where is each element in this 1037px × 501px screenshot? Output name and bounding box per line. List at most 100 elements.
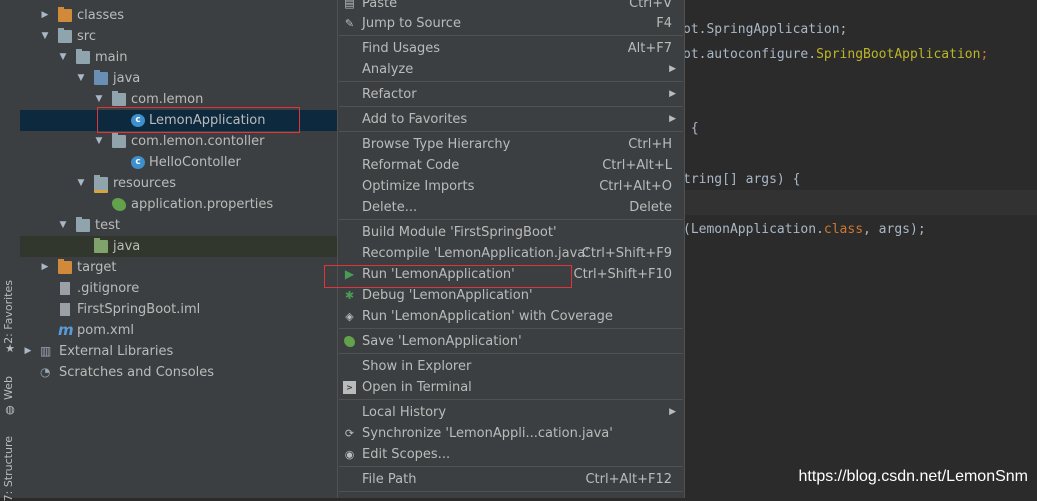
- tree-item-label: target: [77, 260, 117, 275]
- chevron-down-icon[interactable]: ▼: [57, 215, 69, 236]
- tree-row-resources[interactable]: ▼ resources: [20, 173, 337, 194]
- menu-item-optimize-imports[interactable]: Optimize Imports Ctrl+Alt+O: [338, 176, 684, 197]
- code-editor[interactable]: ot.SpringApplication; ot.autoconfigure.S…: [683, 0, 1037, 498]
- menu-item-run-with-coverage[interactable]: ◈ Run 'LemonApplication' with Coverage: [338, 306, 684, 327]
- tree-row-src[interactable]: ▼ src: [20, 26, 337, 47]
- tree-row-package-contoller[interactable]: ▼ com.lemon.contoller: [20, 131, 337, 152]
- project-tree: ▶ classes ▼ src ▼ main ▼ java ▼ com.lemo…: [20, 0, 337, 498]
- menu-separator: [339, 219, 683, 220]
- tree-row-main[interactable]: ▼ main: [20, 47, 337, 68]
- menu-item-find-usages[interactable]: Find Usages Alt+F7: [338, 38, 684, 59]
- menu-item-label: Paste: [362, 0, 398, 11]
- menu-item-label: Open in Terminal: [362, 380, 472, 395]
- tree-row-hello-contoller[interactable]: c HelloContoller: [20, 152, 337, 173]
- menu-item-synchronize[interactable]: ⟳ Synchronize 'LemonAppli...cation.java': [338, 423, 684, 444]
- folder-icon: [58, 259, 72, 274]
- menu-item-paste[interactable]: ▤ Paste Ctrl+V: [338, 0, 684, 14]
- sync-icon: ⟳: [344, 427, 355, 440]
- menu-item-analyze[interactable]: Analyze ▶: [338, 59, 684, 80]
- chevron-down-icon[interactable]: ▼: [57, 47, 69, 68]
- menu-item-label: Edit Scopes...: [362, 447, 451, 462]
- tree-row-gitignore[interactable]: .gitignore: [20, 278, 337, 299]
- tree-row-application-properties[interactable]: application.properties: [20, 194, 337, 215]
- tree-row-test[interactable]: ▼ test: [20, 215, 337, 236]
- file-icon: [60, 303, 70, 316]
- chevron-down-icon[interactable]: ▼: [75, 68, 87, 89]
- menu-item-reformat-code[interactable]: Reformat Code Ctrl+Alt+L: [338, 155, 684, 176]
- pencil-icon: ✎: [344, 17, 355, 30]
- chevron-right-icon[interactable]: ▶: [39, 257, 51, 278]
- file-icon: [60, 282, 70, 295]
- tree-item-label: Scratches and Consoles: [59, 365, 215, 380]
- menu-separator: [339, 106, 683, 107]
- resources-folder-icon: [94, 175, 108, 193]
- watermark: https://blog.csdn.net/LemonSnm: [798, 468, 1028, 485]
- class-icon: c: [131, 156, 145, 169]
- chevron-down-icon[interactable]: ▼: [93, 131, 105, 152]
- chevron-right-icon[interactable]: ▶: [39, 5, 51, 26]
- terminal-icon: >: [343, 381, 356, 394]
- tree-row-target[interactable]: ▶ target: [20, 257, 337, 278]
- menu-item-label: Refactor: [362, 87, 417, 102]
- tree-item-label: src: [77, 29, 96, 44]
- folder-icon: [76, 217, 90, 232]
- menu-item-label: Build Module 'FirstSpringBoot': [362, 225, 557, 240]
- tree-item-label: main: [95, 50, 128, 65]
- tree-row-pom[interactable]: m pom.xml: [20, 320, 337, 341]
- menu-item-show-in-explorer[interactable]: Show in Explorer: [338, 356, 684, 377]
- menu-item-delete[interactable]: Delete... Delete: [338, 197, 684, 218]
- menu-separator: [339, 491, 683, 492]
- menu-separator: [339, 399, 683, 400]
- tree-row-scratches[interactable]: ◔ Scratches and Consoles: [20, 362, 337, 383]
- menu-item-shortcut: Ctrl+V: [629, 0, 672, 11]
- menu-item-shortcut: Ctrl+Shift+F10: [573, 267, 672, 282]
- tree-row-classes[interactable]: ▶ classes: [20, 5, 337, 26]
- tab-structure[interactable]: 7: Structure: [2, 436, 15, 501]
- tree-row-test-java[interactable]: java: [20, 236, 337, 257]
- menu-item-add-to-favorites[interactable]: Add to Favorites ▶: [338, 109, 684, 130]
- tree-row-java[interactable]: ▼ java: [20, 68, 337, 89]
- menu-item-local-history[interactable]: Local History ▶: [338, 402, 684, 423]
- menu-item-browse-type-hierarchy[interactable]: Browse Type Hierarchy Ctrl+H: [338, 134, 684, 155]
- menu-item-save-configuration[interactable]: Save 'LemonApplication': [338, 331, 684, 352]
- chevron-right-icon[interactable]: ▶: [22, 341, 34, 362]
- tree-item-label: HelloContoller: [149, 155, 241, 170]
- chevron-down-icon[interactable]: ▼: [75, 173, 87, 194]
- submenu-arrow-icon: ▶: [669, 64, 676, 74]
- menu-item-file-path[interactable]: File Path Ctrl+Alt+F12: [338, 469, 684, 490]
- menu-item-label: File Path: [362, 472, 417, 487]
- menu-item-shortcut: Alt+F7: [627, 41, 672, 56]
- menu-item-label: Browse Type Hierarchy: [362, 137, 511, 152]
- code-line: ot.SpringApplication;: [683, 22, 848, 37]
- chevron-down-icon[interactable]: ▼: [39, 26, 51, 47]
- paste-icon: ▤: [344, 0, 355, 10]
- highlight-box: [97, 107, 300, 133]
- spring-save-icon: [344, 336, 355, 347]
- code-token: (LemonApplication.: [683, 222, 824, 237]
- tab-web[interactable]: Web: [2, 376, 15, 400]
- menu-item-label: Optimize Imports: [362, 179, 475, 194]
- tree-item-label: java: [113, 71, 141, 86]
- menu-item-label: Show in Explorer: [362, 359, 472, 374]
- tree-item-label: FirstSpringBoot.iml: [77, 302, 201, 317]
- menu-item-debug[interactable]: ✱ Debug 'LemonApplication': [338, 285, 684, 306]
- menu-item-label: Analyze: [362, 62, 414, 77]
- menu-item-shortcut: Ctrl+Alt+L: [602, 158, 672, 173]
- menu-item-recompile[interactable]: Recompile 'LemonApplication.java' Ctrl+S…: [338, 243, 684, 264]
- menu-item-jump-to-source[interactable]: ✎ Jump to Source F4: [338, 13, 684, 34]
- package-icon: [112, 91, 126, 106]
- tree-row-external-libraries[interactable]: ▶ ▥ External Libraries: [20, 341, 337, 362]
- menu-item-label: Recompile 'LemonApplication.java': [362, 246, 589, 261]
- libraries-icon: ▥: [40, 344, 52, 358]
- menu-item-open-in-terminal[interactable]: > Open in Terminal: [338, 377, 684, 398]
- menu-item-edit-scopes[interactable]: ◉ Edit Scopes...: [338, 444, 684, 465]
- menu-item-label: Synchronize 'LemonAppli...cation.java': [362, 426, 613, 441]
- code-token: ;: [980, 47, 989, 62]
- menu-item-refactor[interactable]: Refactor ▶: [338, 84, 684, 105]
- submenu-arrow-icon: ▶: [669, 114, 676, 124]
- scopes-icon: ◉: [344, 448, 355, 461]
- tab-favorites[interactable]: 2: Favorites: [2, 280, 15, 344]
- package-icon: [112, 133, 126, 148]
- tree-row-iml[interactable]: FirstSpringBoot.iml: [20, 299, 337, 320]
- menu-item-build-module[interactable]: Build Module 'FirstSpringBoot': [338, 222, 684, 243]
